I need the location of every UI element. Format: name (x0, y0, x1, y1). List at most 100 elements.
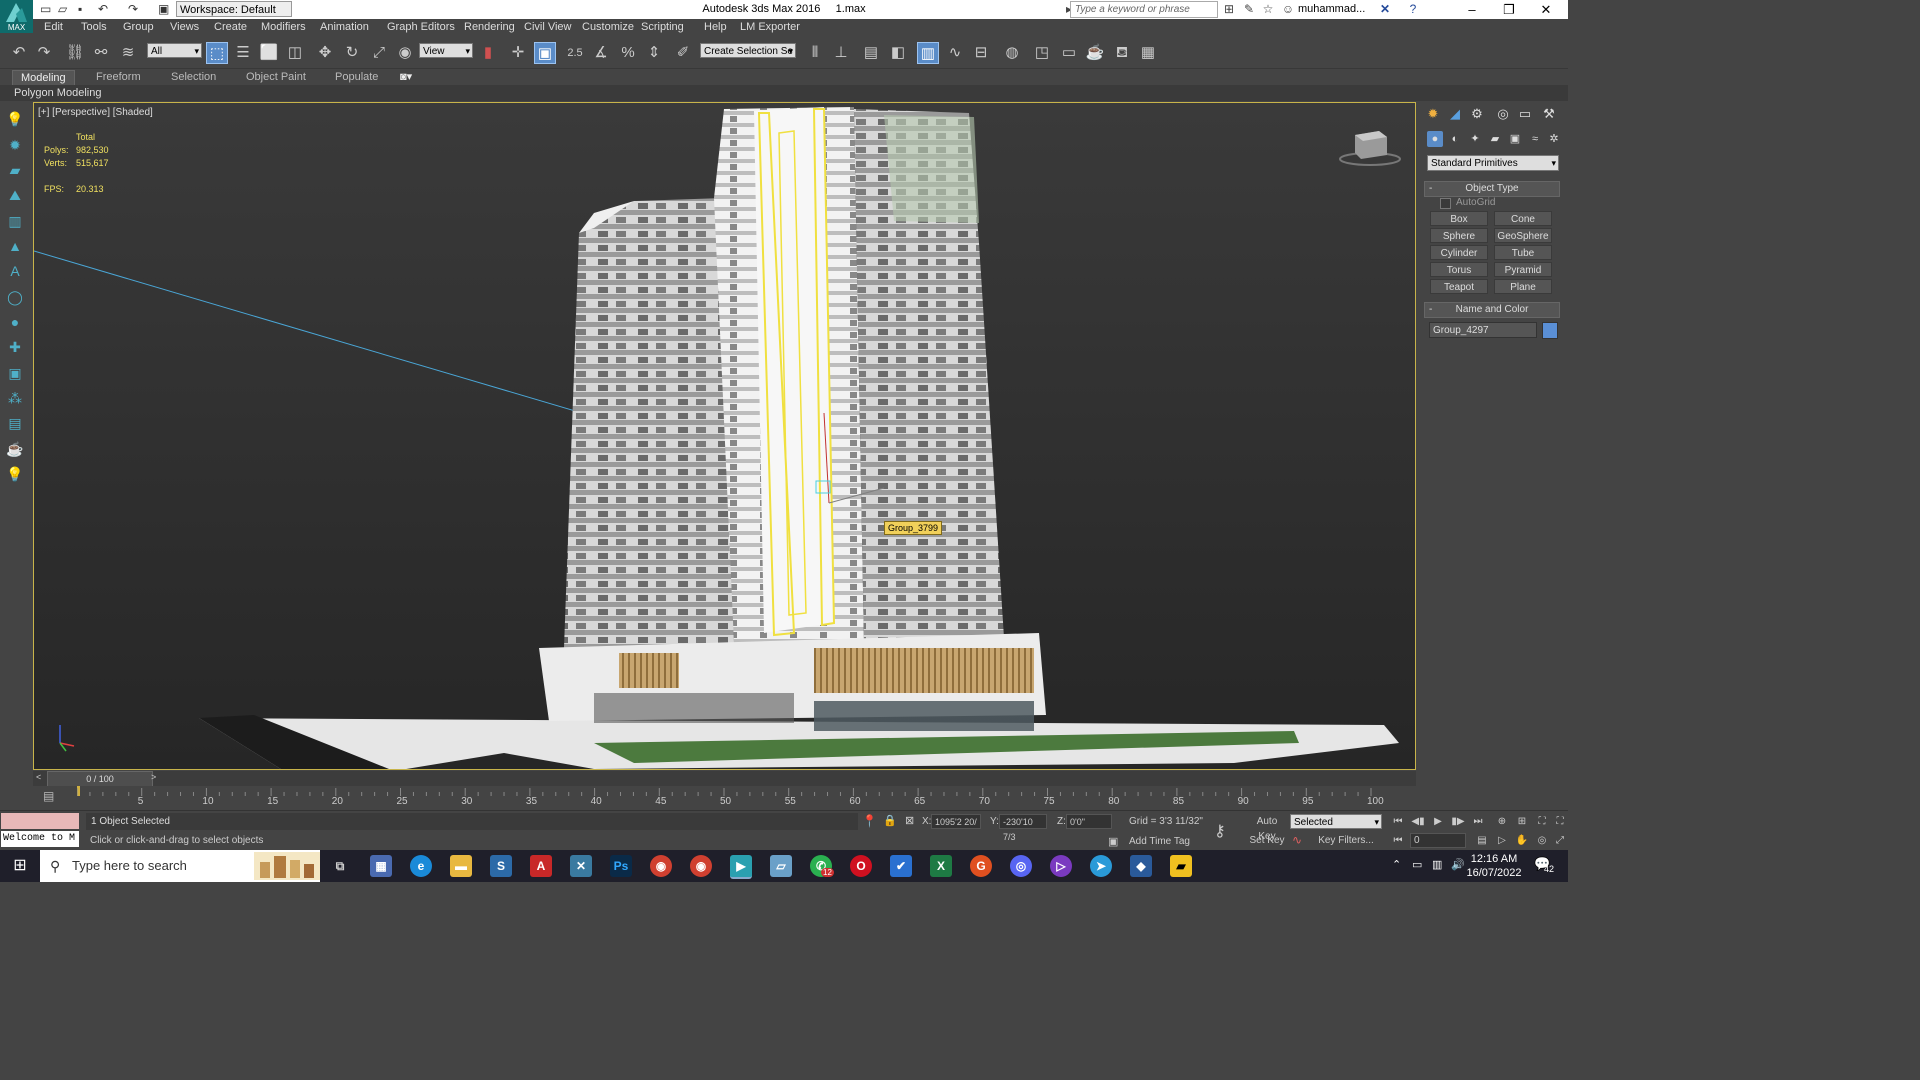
scene-render[interactable] (34, 103, 1416, 770)
maximize-viewport-icon[interactable]: ⤢ (1552, 833, 1568, 848)
menu-edit[interactable]: Edit (44, 21, 63, 33)
grammarly-icon[interactable]: G (970, 855, 992, 877)
light-icon[interactable]: 💡 (5, 109, 25, 129)
time-configuration-icon[interactable]: ▤ (1474, 833, 1490, 848)
orbit-icon[interactable]: ◎ (1534, 833, 1550, 848)
field-of-view-icon[interactable]: ▷ (1494, 833, 1510, 848)
viewport-label-menu[interactable]: [+] [Perspective] [Shaded] (38, 107, 153, 118)
shapes-icon[interactable]: ◐ (1447, 131, 1463, 147)
key-filters-button[interactable]: Key Filters... (1310, 833, 1382, 848)
select-object-icon[interactable]: ⬚ (206, 42, 228, 64)
scale-icon[interactable]: ⤢ (368, 42, 390, 64)
project-folder-icon[interactable]: ▣ (158, 2, 169, 16)
sun-icon[interactable]: ✹ (5, 135, 25, 155)
tab-freeform[interactable]: Freeform (88, 70, 149, 85)
opera-icon[interactable]: O (850, 855, 872, 877)
key-mode-toggle-icon[interactable]: ⏮ (1390, 833, 1406, 848)
exchange-apps-icon[interactable]: ✕ (1378, 2, 1392, 16)
telegram-icon[interactable]: ➤ (1090, 855, 1112, 877)
autogrid-checkbox[interactable] (1440, 198, 1451, 209)
tray-chevron-icon[interactable]: ⌃ (1392, 858, 1401, 871)
angle-snap-icon[interactable]: ∡ (590, 42, 612, 64)
scene-explorer-icon[interactable]: ▥ (917, 42, 939, 64)
modify-tab-icon[interactable]: ◢ (1446, 105, 1464, 123)
sculpt-icon[interactable]: ⛰ (5, 185, 25, 205)
panel-icon[interactable]: ▤ (5, 413, 25, 433)
app-logo-icon[interactable]: MAX (0, 0, 33, 33)
menu-create[interactable]: Create (214, 21, 247, 33)
keyboard-shortcut-override-icon[interactable]: ▣ (534, 42, 556, 64)
tab-modeling[interactable]: Modeling (12, 70, 75, 86)
key-mode-dropdown[interactable]: Selected (1290, 814, 1382, 830)
track-bar[interactable]: ▤ 5 10 15 20 25 30 35 40 45 50 55 60 65 70 75 80 85 90 95 1… (33, 786, 1416, 810)
render-iterative-icon[interactable]: ⛾ (1111, 42, 1133, 64)
maxscript-output[interactable]: Welcome to M (1, 831, 79, 847)
hierarchy-tab-icon[interactable]: ⚙ (1468, 105, 1486, 123)
start-button-icon[interactable]: ⊞ (0, 850, 40, 882)
tab-object-paint[interactable]: Object Paint (238, 70, 314, 85)
next-frame-icon[interactable]: ▮▶ (1450, 814, 1466, 829)
select-manipulate-icon[interactable]: ✛ (507, 42, 529, 64)
material-editor-icon[interactable]: ◍ (1001, 42, 1023, 64)
name-and-color-rollout[interactable]: - Name and Color (1424, 302, 1560, 318)
user-icon[interactable]: ☺ (1281, 2, 1295, 16)
time-slider-thumb[interactable]: 0 / 100 (47, 771, 153, 787)
snaps-toggle-icon[interactable]: 2.5 (564, 42, 586, 64)
set-key-button[interactable]: Set Key (1248, 833, 1286, 848)
redo-quick-icon[interactable]: ↷ (128, 2, 138, 16)
edge-icon[interactable]: e (410, 855, 432, 877)
drafting-app-icon[interactable]: ✕ (570, 855, 592, 877)
rendered-frame-window-icon[interactable]: ▭ (1058, 42, 1080, 64)
ribbon-options-icon[interactable]: ◙▾ (392, 70, 420, 85)
schematic-view-icon[interactable]: ⊟ (970, 42, 992, 64)
select-by-name-icon[interactable]: ☰ (232, 42, 254, 64)
go-to-end-icon[interactable]: ⏭ (1470, 814, 1486, 829)
menu-graph-editors[interactable]: Graph Editors (387, 21, 455, 33)
zoom-extents-icon[interactable]: ⛶ (1534, 814, 1550, 829)
utilities-tab-icon[interactable]: ⚒ (1540, 105, 1558, 123)
open-file-icon[interactable]: ▱ (58, 2, 67, 16)
set-key-icon[interactable]: ⚷ (1214, 821, 1226, 841)
save-icon[interactable]: ▪ (78, 2, 82, 16)
calculator-icon[interactable]: ▦ (370, 855, 392, 877)
redo-icon[interactable]: ↷ (33, 42, 55, 64)
play-icon[interactable]: ▶ (1430, 814, 1446, 829)
menu-civil-view[interactable]: Civil View (524, 21, 571, 33)
cone-button[interactable]: Cone (1494, 211, 1552, 226)
cameras-icon[interactable]: ▰ (1487, 131, 1503, 147)
prev-frame-icon[interactable]: < (36, 772, 41, 782)
book-icon[interactable]: ▥ (5, 211, 25, 231)
menu-tools[interactable]: Tools (81, 21, 107, 33)
systems-icon[interactable]: ✲ (1546, 131, 1562, 147)
z-coordinate-field[interactable]: 0'0" (1066, 814, 1112, 829)
zoom-icon[interactable]: ⊕ (1494, 814, 1510, 829)
spinner-snap-icon[interactable]: ⇕ (643, 42, 665, 64)
tab-populate[interactable]: Populate (327, 70, 386, 85)
file-explorer-icon[interactable]: ▬ (450, 855, 472, 877)
teapot-icon[interactable]: ☕ (5, 439, 25, 459)
x-coordinate-field[interactable]: 1095'2 20/ (931, 814, 981, 829)
key-curve-icon[interactable]: ∿ (1292, 833, 1302, 847)
space-warps-icon[interactable]: ≈ (1527, 131, 1543, 147)
ribbon-panel-label[interactable]: Polygon Modeling (14, 87, 101, 99)
display-icon[interactable]: ▣ (5, 363, 25, 383)
particles-icon[interactable]: ⁂ (5, 388, 25, 408)
current-frame-field[interactable]: 0 (1410, 833, 1466, 848)
align-icon[interactable]: ⊥ (830, 42, 852, 64)
motion-tab-icon[interactable]: ◎ (1494, 105, 1512, 123)
absolute-mode-icon[interactable]: ⊠ (905, 814, 914, 827)
discord-icon[interactable]: ◎ (1010, 855, 1032, 877)
helpers-icon[interactable]: ▣ (1507, 131, 1523, 147)
create-tab-icon[interactable]: ✹ (1424, 105, 1442, 123)
cube-app-icon[interactable]: ◆ (1130, 855, 1152, 877)
3ds-max-taskbar-icon[interactable]: S (490, 855, 512, 877)
selection-lock-icon[interactable]: 🔒 (883, 814, 897, 827)
add-time-tag-button[interactable]: Add Time Tag (1129, 836, 1190, 847)
teapot-button[interactable]: Teapot (1430, 279, 1488, 294)
network-icon[interactable]: ▥ (1432, 858, 1442, 871)
time-tag-icon[interactable]: ▣ (1108, 835, 1118, 848)
menu-lm-exporter[interactable]: LM Exporter (740, 21, 800, 33)
previous-frame-icon[interactable]: ◀▮ (1410, 814, 1426, 829)
auto-key-button[interactable]: Auto Key (1248, 814, 1286, 842)
menu-rendering[interactable]: Rendering (464, 21, 515, 33)
